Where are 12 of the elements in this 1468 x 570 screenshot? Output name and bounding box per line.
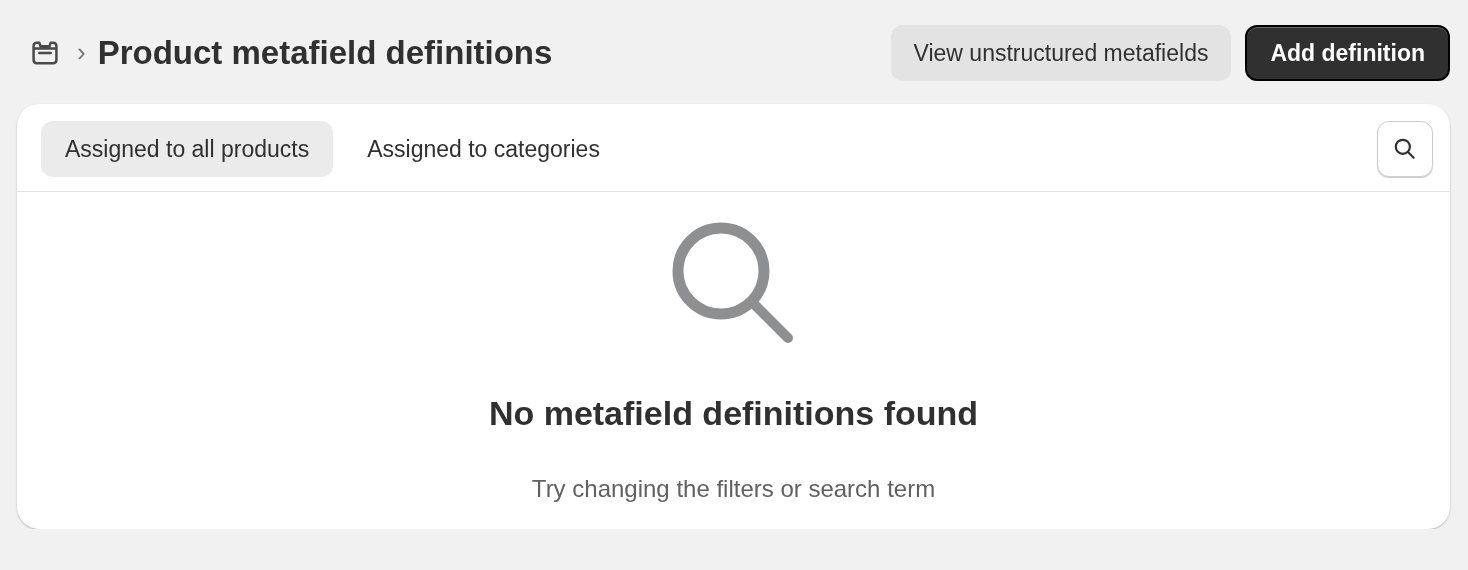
tab[interactable]: Assigned to categories xyxy=(343,121,624,177)
breadcrumb-separator: › xyxy=(77,36,86,68)
empty-state-message: Try changing the filters or search term xyxy=(531,475,936,503)
products-icon[interactable] xyxy=(29,39,61,67)
search-icon xyxy=(1392,136,1418,162)
add-definition-button[interactable]: Add definition xyxy=(1245,25,1450,81)
view-metafields-button[interactable]: View unstructured metafields xyxy=(890,25,1232,81)
search-icon xyxy=(671,222,796,346)
page-title: Product metafield definitions xyxy=(97,34,553,72)
empty-state-heading: No metafield definitions found xyxy=(488,394,979,433)
search-button[interactable] xyxy=(1377,121,1433,177)
tab[interactable]: Assigned to all products xyxy=(41,121,334,177)
